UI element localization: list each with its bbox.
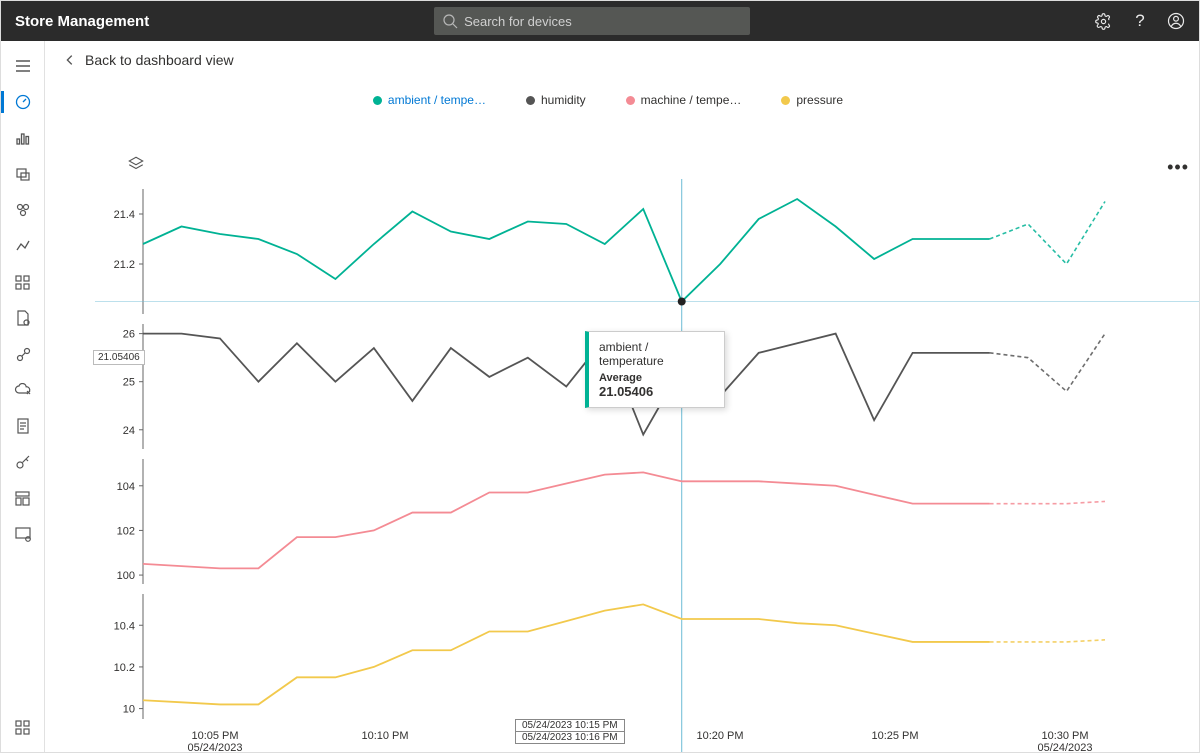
- svg-text:104: 104: [117, 481, 135, 493]
- more-button[interactable]: •••: [1167, 157, 1189, 178]
- nav-monitor-icon[interactable]: [1, 517, 45, 551]
- nav-chart-icon[interactable]: [1, 121, 45, 155]
- nav-analytics-icon[interactable]: [1, 229, 45, 263]
- back-label: Back to dashboard view: [85, 52, 234, 68]
- svg-text:21.4: 21.4: [114, 209, 135, 221]
- legend-pressure[interactable]: pressure: [781, 93, 843, 107]
- svg-text:21.2: 21.2: [114, 259, 135, 271]
- nav-apps-icon[interactable]: [1, 710, 45, 744]
- svg-text:05/24/2023: 05/24/2023: [1037, 742, 1092, 752]
- legend-humidity[interactable]: humidity: [526, 93, 586, 107]
- settings-icon[interactable]: [1095, 12, 1113, 30]
- search-wrap: [434, 7, 750, 35]
- svg-text:10:05 PM: 10:05 PM: [191, 730, 238, 742]
- svg-text:10: 10: [123, 704, 135, 716]
- left-nav: [1, 41, 45, 752]
- svg-text:10:20 PM: 10:20 PM: [696, 730, 743, 742]
- tooltip-value: 21.05406: [599, 384, 714, 399]
- nav-jobs-icon[interactable]: [1, 337, 45, 371]
- hover-tooltip: ambient / temperature Average 21.05406: [585, 331, 725, 408]
- nav-file-icon[interactable]: [1, 301, 45, 335]
- top-bar: Store Management ?: [1, 1, 1199, 41]
- svg-text:10.2: 10.2: [114, 662, 135, 674]
- search-input[interactable]: [434, 7, 750, 35]
- chart-plot[interactable]: 21.2 21.4 24 25 26 100 102 104 10 10.2 10.4 10:05 P…: [95, 179, 1199, 752]
- nav-grid-icon[interactable]: [1, 265, 45, 299]
- nav-hamburger[interactable]: [1, 49, 45, 83]
- account-icon[interactable]: [1167, 12, 1185, 30]
- x-hover-top: 05/24/2023 10:15 PM: [516, 720, 624, 732]
- app-title: Store Management: [15, 13, 149, 30]
- legend: ambient / tempe… humidity machine / temp…: [45, 79, 1171, 113]
- legend-ambient[interactable]: ambient / tempe…: [373, 93, 486, 107]
- legend-machine[interactable]: machine / tempe…: [626, 93, 742, 107]
- x-hover-tag: 05/24/2023 10:15 PM 05/24/2023 10:16 PM: [515, 719, 625, 744]
- nav-devices-icon[interactable]: [1, 157, 45, 191]
- svg-text:24: 24: [123, 425, 135, 437]
- svg-text:10.4: 10.4: [114, 620, 135, 632]
- nav-device-groups-icon[interactable]: [1, 193, 45, 227]
- svg-text:10:25 PM: 10:25 PM: [871, 730, 918, 742]
- content-area: Back to dashboard view ambient / tempe… …: [45, 41, 1199, 752]
- nav-dashboard-icon[interactable]: [1, 85, 45, 119]
- tooltip-label: Average: [599, 372, 714, 384]
- nav-template-icon[interactable]: [1, 481, 45, 515]
- nav-cloud-icon[interactable]: [1, 373, 45, 407]
- svg-text:05/24/2023: 05/24/2023: [187, 742, 242, 752]
- svg-text:102: 102: [117, 525, 135, 537]
- svg-text:10:10 PM: 10:10 PM: [361, 730, 408, 742]
- layers-icon[interactable]: [127, 155, 145, 176]
- svg-text:100: 100: [117, 570, 135, 582]
- back-link[interactable]: Back to dashboard view: [63, 52, 234, 68]
- chevron-left-icon: [63, 53, 77, 67]
- chart-area: ambient / tempe… humidity machine / temp…: [45, 79, 1199, 752]
- svg-text:26: 26: [123, 329, 135, 341]
- search-icon: [442, 13, 458, 29]
- nav-key-icon[interactable]: [1, 445, 45, 479]
- nav-doc-icon[interactable]: [1, 409, 45, 443]
- x-hover-bottom: 05/24/2023 10:16 PM: [516, 732, 624, 743]
- help-icon[interactable]: ?: [1131, 12, 1149, 30]
- svg-text:10:30 PM: 10:30 PM: [1041, 730, 1088, 742]
- tooltip-title: ambient / temperature: [599, 340, 714, 368]
- y-hover-tag: 21.05406: [93, 350, 145, 365]
- svg-text:25: 25: [123, 377, 135, 389]
